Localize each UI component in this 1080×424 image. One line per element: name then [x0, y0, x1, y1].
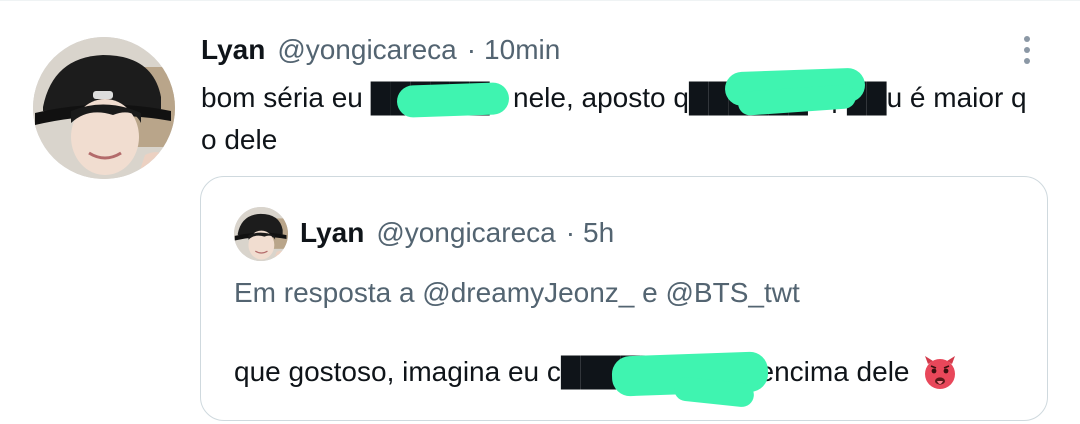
- tweet-time[interactable]: 10min: [484, 34, 560, 66]
- more-vertical-icon[interactable]: [1014, 30, 1040, 70]
- redaction-mark: [396, 82, 510, 118]
- quoted-avatar[interactable]: [234, 207, 288, 261]
- avatar[interactable]: [33, 37, 175, 179]
- quoted-tweet-text: que gostoso, imagina eu c████████do enci…: [234, 356, 910, 387]
- author-name[interactable]: Lyan: [201, 34, 265, 66]
- separator-dot: ·: [466, 34, 477, 65]
- quoted-author-name[interactable]: Lyan: [300, 217, 364, 249]
- avatar-image: [33, 37, 175, 179]
- reply-context: Em resposta a @dreamyJeonz_ e @BTS_twt: [234, 277, 800, 308]
- tweet-header: Lyan @yongicareca · 10min: [201, 30, 560, 70]
- quoted-tweet-text-row: que gostoso, imagina eu c████████do enci…: [234, 352, 958, 392]
- tweet-text: bom séria eu ██████o nele, aposto q█████…: [201, 82, 1027, 155]
- quoted-author-handle[interactable]: @yongicareca: [376, 217, 555, 249]
- hot-face-devil-emoji: [924, 356, 955, 389]
- top-divider: [0, 0, 1080, 1]
- author-handle[interactable]: @yongicareca: [277, 34, 456, 66]
- avatar-image: [234, 207, 288, 261]
- separator-dot: ·: [565, 217, 576, 248]
- quoted-tweet-header: Lyan @yongicareca · 5h: [300, 213, 614, 253]
- quoted-tweet-time[interactable]: 5h: [583, 217, 614, 249]
